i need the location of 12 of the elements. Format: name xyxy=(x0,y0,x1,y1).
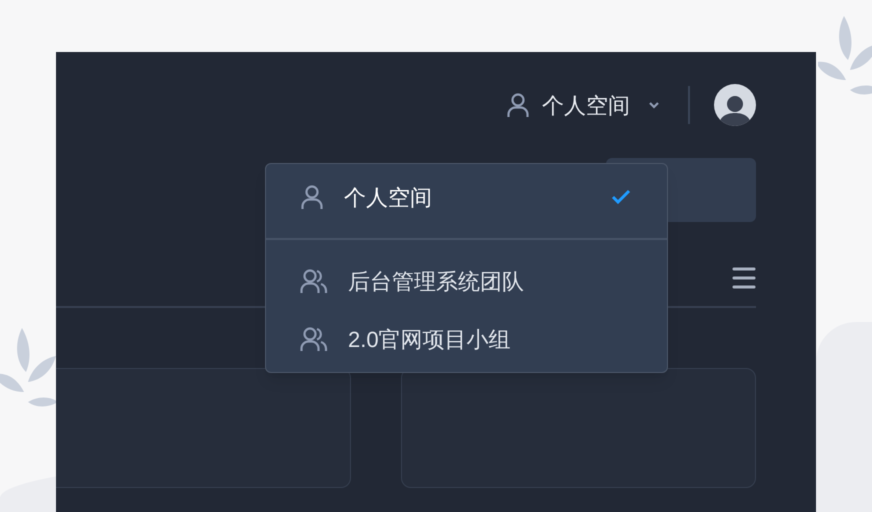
check-icon xyxy=(611,189,631,205)
menu-item[interactable]: 个人空间 xyxy=(266,168,667,226)
menu-item[interactable]: 2.0官网项目小组 xyxy=(266,310,667,368)
user-icon xyxy=(300,184,324,210)
avatar[interactable] xyxy=(714,84,756,126)
users-icon xyxy=(300,268,328,294)
workspace-switcher[interactable]: 个人空间 xyxy=(502,88,664,122)
user-icon xyxy=(506,92,530,118)
users-icon xyxy=(300,326,328,352)
menu-icon[interactable] xyxy=(732,266,756,290)
menu-item[interactable]: 后台管理系统团队 xyxy=(266,252,667,310)
chevron-down-icon xyxy=(648,101,660,109)
